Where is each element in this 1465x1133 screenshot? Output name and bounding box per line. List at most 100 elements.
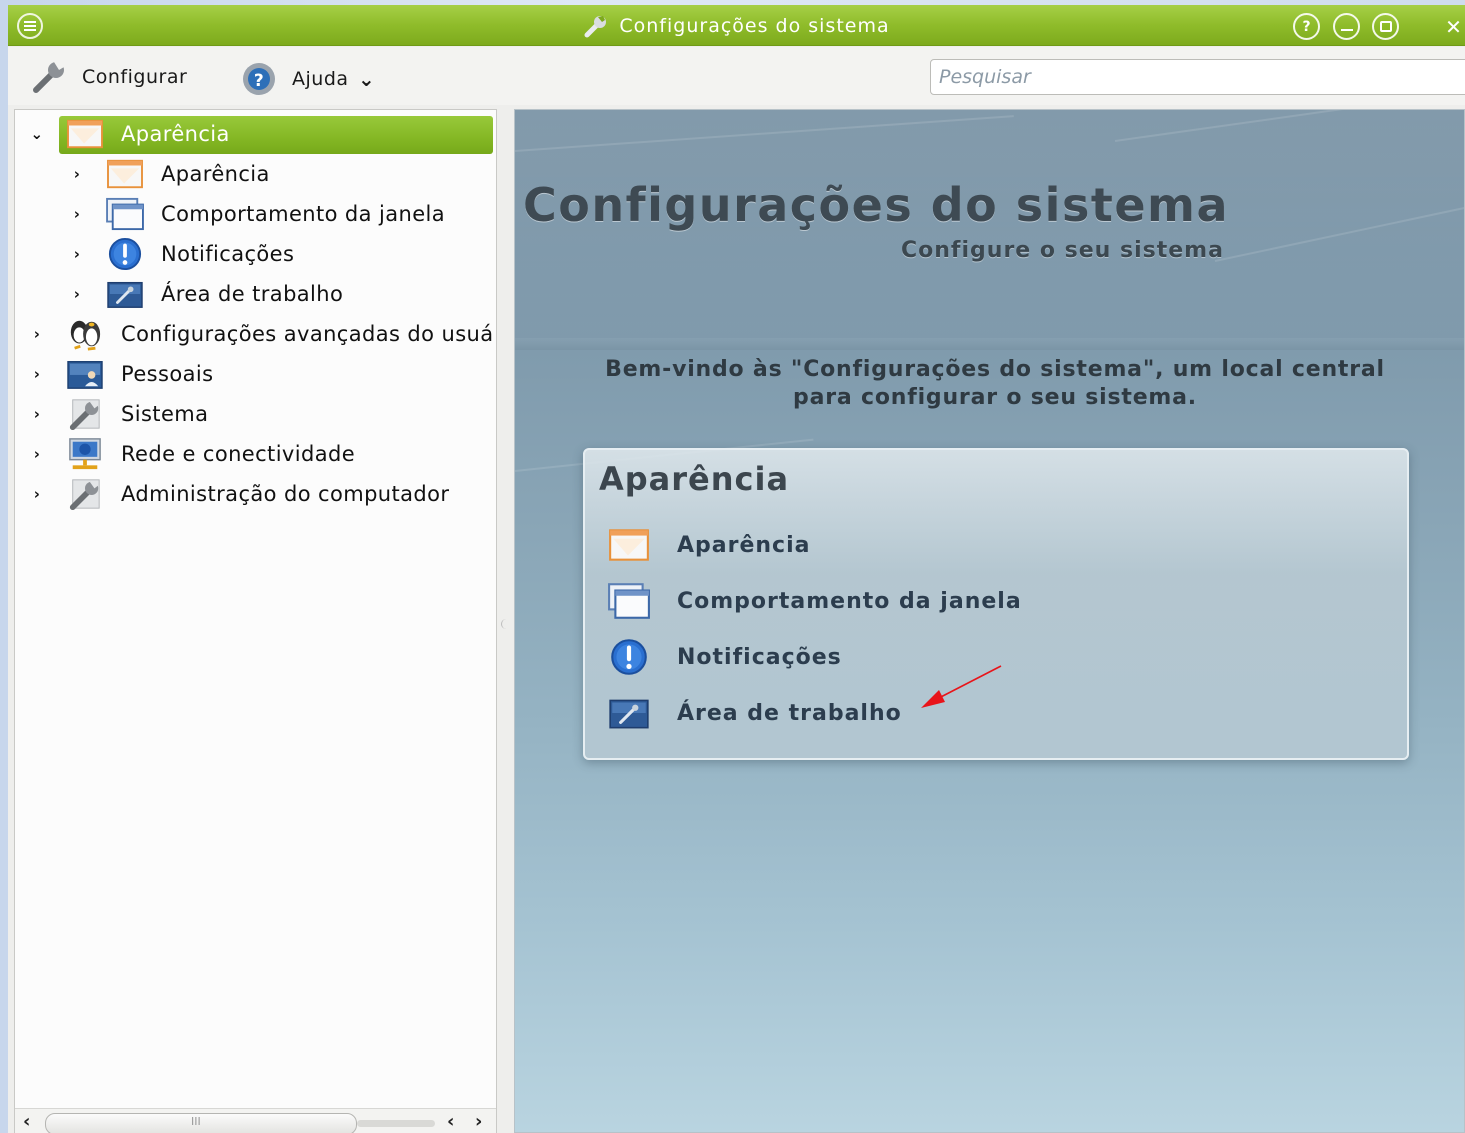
- page-subtitle: Configure o seu sistema: [901, 238, 1224, 263]
- workspace-icon: [107, 281, 143, 308]
- wrench-icon: [584, 15, 607, 37]
- chevron-down-icon: ⌄: [358, 67, 376, 91]
- workspace-icon: [609, 699, 649, 729]
- search-input[interactable]: [930, 59, 1465, 95]
- help-button[interactable]: ?: [1293, 13, 1320, 40]
- notifications-icon: [611, 639, 647, 675]
- sidebar-item-label: Aparência: [161, 162, 270, 186]
- sidebar-item-icon: [63, 116, 107, 152]
- personal-icon: [67, 361, 103, 389]
- module-icon: [603, 579, 655, 623]
- chevron-right-icon[interactable]: ›: [29, 365, 45, 383]
- sidebar-item[interactable]: ⌄ Aparência: [15, 114, 493, 154]
- minimize-icon: [1340, 28, 1353, 31]
- sidebar-item[interactable]: › Pessoais: [15, 354, 493, 394]
- module-link[interactable]: Comportamento da janela: [603, 576, 1021, 626]
- module-label: Comportamento da janela: [677, 588, 1022, 614]
- splitter-handle: [501, 619, 507, 629]
- chevron-right-icon[interactable]: ›: [29, 485, 45, 503]
- sidebar-item[interactable]: › Aparência: [15, 154, 493, 194]
- maximize-icon: [1379, 21, 1392, 32]
- module-link[interactable]: Área de trabalho: [603, 688, 901, 738]
- appearance-icon: [107, 159, 143, 189]
- close-icon: ✕: [1445, 14, 1462, 39]
- appearance-group-panel: Aparência Aparência Comportamento da jane…: [583, 448, 1409, 760]
- advanced-user-icon: [70, 320, 101, 351]
- configure-button[interactable]: Configurar: [30, 59, 187, 95]
- sidebar-item-label: Pessoais: [121, 362, 214, 386]
- scroll-right-icon[interactable]: ›: [475, 1111, 482, 1132]
- sidebar-item-label: Rede e conectividade: [121, 442, 356, 466]
- module-icon: [603, 523, 655, 567]
- annotation-arrow-icon: [921, 665, 1002, 708]
- chevron-right-icon[interactable]: ›: [69, 165, 85, 183]
- category-tree: ‹ III ‹ › ⌄ Aparência › Aparência › Comportam…: [14, 109, 497, 1133]
- module-label: Aparência: [677, 532, 811, 558]
- help-icon: ?: [243, 63, 275, 95]
- module-link[interactable]: Aparência: [603, 520, 809, 570]
- scroll-left-icon[interactable]: ‹: [447, 1111, 454, 1132]
- sidebar-item[interactable]: › Administração do computador: [15, 474, 493, 514]
- minimize-button[interactable]: [1333, 13, 1360, 40]
- system-icon: [69, 399, 100, 431]
- help-icon: ?: [1302, 18, 1311, 35]
- welcome-line-1: Bem-vindo às "Configurações do sistema",…: [605, 357, 1385, 382]
- chevron-right-icon[interactable]: ›: [69, 205, 85, 223]
- sidebar-item[interactable]: › Configurações avançadas do usuário: [15, 314, 493, 354]
- sidebar-item-icon: [63, 436, 107, 472]
- sidebar-item[interactable]: › Sistema: [15, 394, 493, 434]
- horizontal-scrollbar[interactable]: ‹ III ‹ ›: [15, 1108, 496, 1133]
- chevron-right-icon[interactable]: ›: [29, 325, 45, 343]
- help-menu-button[interactable]: ? Ajuda ⌄: [238, 59, 375, 99]
- sidebar-item-label: Sistema: [121, 402, 209, 426]
- sidebar-item-label: Administração do computador: [121, 482, 450, 506]
- window-title: Configurações do sistema: [619, 14, 890, 37]
- configure-label: Configurar: [82, 66, 188, 88]
- chevron-right-icon[interactable]: ›: [29, 405, 45, 423]
- sidebar-item-label: Notificações: [161, 242, 295, 266]
- sidebar-item-icon: [103, 236, 147, 272]
- group-title: Aparência: [599, 460, 790, 498]
- sidebar-item-icon: [63, 396, 107, 432]
- wrench-icon: [33, 61, 64, 93]
- sidebar-item-icon: [103, 276, 147, 312]
- scrollbar-grip: III: [191, 1115, 201, 1128]
- page-title: Configurações do sistema: [523, 178, 1229, 232]
- sidebar-item[interactable]: › Rede e conectividade: [15, 434, 493, 474]
- overview-panel: Configurações do sistema Configure o seu…: [514, 109, 1465, 1133]
- module-link[interactable]: Notificações: [603, 632, 841, 682]
- title-bar: Configurações do sistema ? ✕: [8, 5, 1465, 46]
- scroll-left-icon[interactable]: ‹: [23, 1111, 30, 1132]
- scrollbar-track[interactable]: [357, 1120, 435, 1127]
- chevron-down-icon[interactable]: ⌄: [29, 125, 45, 143]
- sidebar-item[interactable]: › Comportamento da janela: [15, 194, 493, 234]
- module-icon: [603, 635, 655, 679]
- sidebar-item-label: Comportamento da janela: [161, 202, 446, 226]
- chevron-right-icon[interactable]: ›: [69, 285, 85, 303]
- sidebar-item-icon: [103, 196, 147, 232]
- maximize-button[interactable]: [1372, 13, 1399, 40]
- module-label: Área de trabalho: [677, 700, 902, 726]
- svg-text:?: ?: [254, 71, 264, 91]
- sidebar-item[interactable]: › Área de trabalho: [15, 274, 493, 314]
- appearance-icon: [67, 119, 103, 149]
- module-icon: [603, 691, 655, 735]
- window-behavior-icon: [608, 583, 650, 619]
- chevron-right-icon[interactable]: ›: [69, 245, 85, 263]
- sidebar-item[interactable]: › Notificações: [15, 234, 493, 274]
- sidebar-item-icon: [63, 316, 107, 352]
- toolbar: Configurar ? Ajuda ⌄: [8, 47, 1465, 105]
- sidebar-item-icon: [63, 476, 107, 512]
- sidebar-item-icon: [103, 156, 147, 192]
- chevron-right-icon[interactable]: ›: [29, 445, 45, 463]
- close-button[interactable]: ✕: [1440, 13, 1465, 40]
- sidebar-item-label: Área de trabalho: [161, 282, 344, 306]
- system-settings-window: Configurações do sistema ? ✕ Configurar …: [8, 5, 1465, 1133]
- scrollbar-thumb[interactable]: III: [45, 1113, 357, 1133]
- sidebar-item-label: Configurações avançadas do usuário: [121, 322, 493, 346]
- appearance-icon: [609, 529, 649, 561]
- window-behavior-icon: [106, 197, 144, 231]
- panel-splitter[interactable]: [498, 109, 510, 1133]
- welcome-line-2: para configurar o seu sistema.: [793, 385, 1197, 410]
- sidebar-item-icon: [63, 356, 107, 392]
